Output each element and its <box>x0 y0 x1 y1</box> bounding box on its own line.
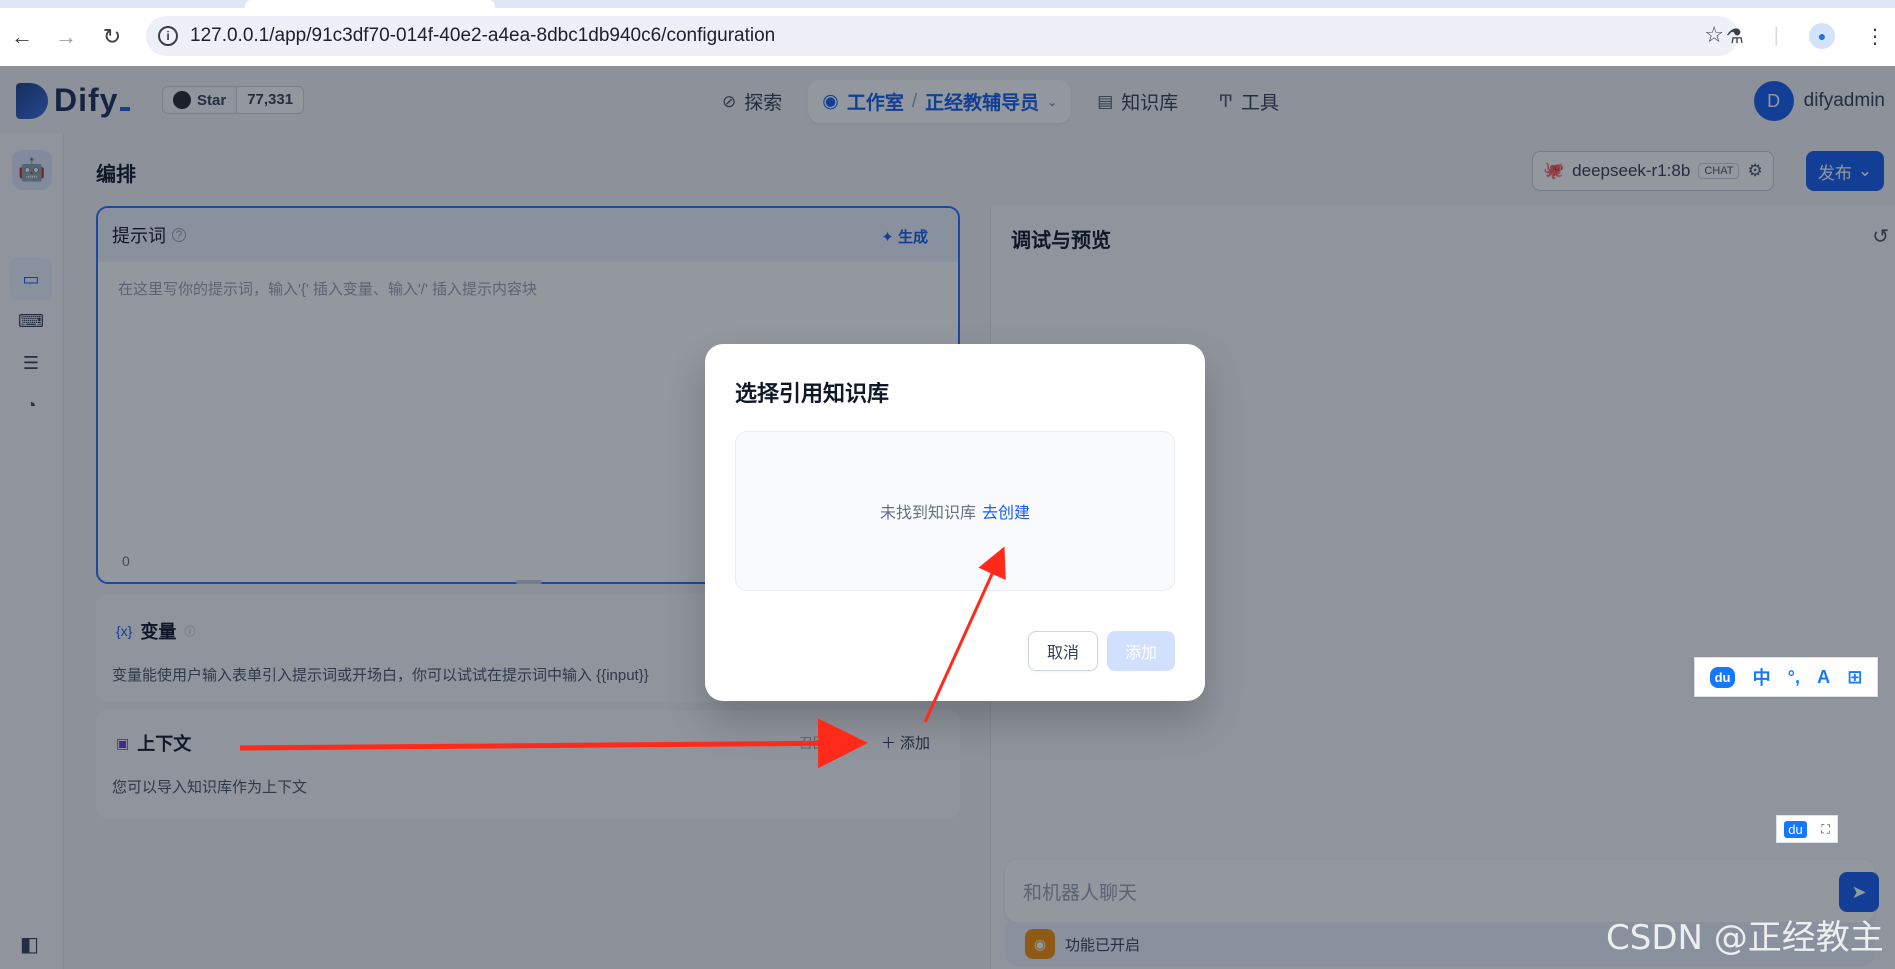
profile-icon[interactable]: ● <box>1809 23 1835 49</box>
knowledge-empty-state: 未找到知识库 去创建 <box>735 431 1175 591</box>
menu-dots-icon[interactable]: ⋮ <box>1865 24 1885 49</box>
create-knowledge-link[interactable]: 去创建 <box>982 499 1030 523</box>
forward-icon[interactable]: → <box>46 17 86 57</box>
modal-title: 选择引用知识库 <box>735 381 890 406</box>
select-knowledge-modal: 选择引用知识库 未找到知识库 去创建 取消 添加 <box>705 344 1205 701</box>
ime-mini-logo-icon[interactable]: du <box>1784 820 1807 838</box>
ime-punct-toggle[interactable]: °, <box>1788 667 1800 688</box>
address-bar[interactable]: i 127.0.0.1/app/91c3df70-014f-40e2-a4ea-… <box>146 16 1738 56</box>
csdn-watermark: CSDN @正经教主 <box>1606 918 1884 958</box>
ime-grid-icon[interactable]: ⊞ <box>1847 667 1862 688</box>
ime-mini-toolbar: du ⛶ <box>1776 815 1838 843</box>
url-text[interactable]: 127.0.0.1/app/91c3df70-014f-40e2-a4ea-8d… <box>190 25 775 47</box>
empty-text: 未找到知识库 <box>879 505 976 522</box>
add-button[interactable]: 添加 <box>1107 631 1175 671</box>
browser-toolbar: ← → ↻ i 127.0.0.1/app/91c3df70-014f-40e2… <box>0 8 1895 66</box>
browser-active-tab[interactable] <box>245 0 495 8</box>
star-icon[interactable]: ☆ <box>1704 22 1724 48</box>
ime-logo-icon[interactable]: du <box>1709 666 1736 688</box>
fullscreen-icon[interactable]: ⛶ <box>1821 822 1829 837</box>
site-info-icon[interactable]: i <box>158 26 178 46</box>
browser-actions: ⚗ | ● ⋮ <box>1726 16 1895 56</box>
ime-skin-icon[interactable]: A <box>1817 667 1830 688</box>
ime-toolbar: du 中 °, A ⊞ <box>1694 657 1878 697</box>
reload-icon[interactable]: ↻ <box>92 17 132 57</box>
ime-mode-toggle[interactable]: 中 <box>1753 664 1771 690</box>
toolbar-divider: | <box>1773 24 1779 47</box>
browser-tab-strip <box>0 0 1895 8</box>
cancel-button[interactable]: 取消 <box>1028 631 1098 671</box>
back-icon[interactable]: ← <box>2 17 42 57</box>
labs-flask-icon[interactable]: ⚗ <box>1726 24 1744 49</box>
